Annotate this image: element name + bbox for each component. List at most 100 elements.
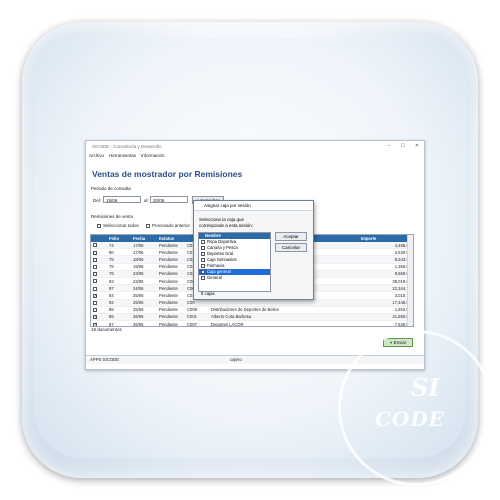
dialog-title: Asignar caja por sesión	[194, 201, 313, 211]
checkbox-icon[interactable]	[201, 251, 205, 256]
cell-select[interactable]	[91, 284, 107, 293]
table-scrollbar[interactable]	[407, 235, 413, 326]
status-app: APPS SICODE	[90, 357, 120, 362]
register-list: Nombre Ropa Deportiva Canoria y Pesca Depo…	[198, 232, 271, 292]
select-all-checkbox[interactable]: Seleccionar todos	[97, 223, 139, 228]
to-date-field[interactable]: 30/06	[150, 196, 188, 203]
cell-fecha: 25/06	[131, 299, 157, 307]
cell-estatus: Pendiente	[157, 270, 185, 278]
page-title: Ventas de mostrador por Remisiones	[92, 169, 243, 179]
row-checkbox[interactable]	[93, 265, 97, 270]
cell-select[interactable]	[91, 306, 107, 314]
cell-folio: 80	[107, 248, 131, 257]
menu-informacion[interactable]: Información	[141, 153, 165, 158]
status-user: cajero	[230, 357, 242, 362]
checkbox-icon[interactable]	[201, 239, 205, 244]
cell-estatus: Pendiente	[157, 284, 185, 293]
cell-select[interactable]	[91, 299, 107, 307]
cell-fecha: 23/06	[131, 277, 157, 286]
row-checkbox[interactable]	[93, 250, 97, 255]
row-checkbox[interactable]	[93, 300, 97, 305]
sicode-watermark-logo: SI CODE	[338, 330, 494, 486]
accept-button[interactable]: Aceptar	[275, 232, 307, 241]
cell-code: C009	[185, 306, 209, 314]
close-button[interactable]: ✕	[410, 143, 424, 149]
checked-checkbox[interactable]: ✓	[93, 315, 97, 320]
cell-estatus: Pendiente	[157, 313, 185, 322]
col-header-importe[interactable]: Importe	[358, 235, 413, 242]
cell-importe: 21,650.00	[358, 313, 413, 322]
col-header-fecha[interactable]: Fecha	[131, 235, 157, 242]
checkbox-icon[interactable]	[201, 275, 205, 280]
cell-client: Alberto Cota Barbosa	[209, 313, 281, 322]
cell-select[interactable]: ✓	[91, 313, 107, 322]
row-checkbox[interactable]	[93, 308, 97, 313]
table-row[interactable]: ✓ 85 26/06 Pendiente C001 Alberto Cota Barbos…	[91, 313, 413, 322]
remisiones-label: Remisiones de venta	[91, 214, 134, 219]
to-label: al:	[144, 198, 149, 203]
cell-folio: 75	[107, 255, 131, 264]
cell-importe: 3,018.75	[358, 291, 413, 300]
window-title: SICODE - Consultoría y Desarrollo	[92, 143, 162, 149]
document-count: 19 documentos	[91, 327, 122, 332]
cell-estatus: Pendiente	[157, 299, 185, 307]
cell-fecha: 17/06	[131, 242, 157, 250]
menu-archivo[interactable]: Archivo	[89, 153, 104, 158]
checkbox-icon[interactable]	[201, 257, 205, 262]
select-all-label: Seleccionar todos	[103, 223, 139, 228]
checkbox-icon[interactable]	[201, 269, 205, 274]
cell-estatus: Pendiente	[157, 248, 185, 257]
processed-prev-checkbox[interactable]: Procesado anterior	[146, 223, 190, 228]
cell-folio: 92	[107, 299, 131, 307]
checked-checkbox[interactable]: ✓	[93, 293, 97, 298]
cell-descripcion	[280, 299, 359, 307]
cell-select[interactable]	[91, 248, 107, 257]
table-row[interactable]: 98 25/06 Pendiente C009 Distribuidores de De…	[91, 306, 413, 314]
row-checkbox[interactable]	[93, 243, 97, 248]
table-row[interactable]: 92 25/06 Pendiente C00 17,446.61	[91, 299, 413, 307]
cell-importe: 4,485.00	[358, 242, 413, 250]
register-list-item-label: Farmacia	[207, 263, 225, 268]
cell-select[interactable]	[91, 255, 107, 264]
cell-descripcion	[280, 306, 359, 314]
cell-select[interactable]	[91, 277, 107, 286]
checked-checkbox[interactable]: ✓	[93, 322, 97, 326]
minimize-button[interactable]: –	[382, 143, 396, 149]
cell-fecha: 19/06	[131, 263, 157, 271]
checkbox-icon[interactable]	[201, 263, 205, 268]
cell-folio: 97	[107, 284, 131, 293]
cell-importe: 8,343.94	[358, 255, 413, 264]
checkbox-icon[interactable]	[201, 245, 205, 250]
cell-estatus: Pendiente	[157, 255, 185, 264]
row-checkbox[interactable]	[93, 286, 97, 291]
checkbox-icon	[97, 223, 101, 228]
cell-code: C001	[185, 313, 209, 322]
cell-code: C00	[185, 299, 209, 307]
cell-fecha: 25/06	[131, 306, 157, 314]
register-list-item[interactable]: General	[199, 275, 270, 281]
cell-select[interactable]	[91, 270, 107, 278]
register-count: 8 cajas	[201, 291, 215, 296]
cell-fecha: 18/06	[131, 255, 157, 264]
menu-herramientas[interactable]: Herramientas	[109, 153, 136, 158]
cell-fecha: 17/06	[131, 248, 157, 257]
title-bar: SICODE - Consultoría y Desarrollo – ☐ ✕	[86, 141, 424, 151]
cell-folio: 74	[107, 242, 131, 250]
maximize-button[interactable]: ☐	[396, 143, 410, 149]
cell-select[interactable]: ✓	[91, 291, 107, 300]
row-checkbox[interactable]	[93, 279, 97, 284]
row-checkbox[interactable]	[93, 257, 97, 262]
cell-descripcion	[280, 313, 359, 322]
cell-select[interactable]	[91, 242, 107, 250]
col-header-estatus[interactable]: Estatus	[157, 235, 185, 242]
row-checkbox[interactable]	[93, 272, 97, 277]
cell-fecha: 23/06	[131, 270, 157, 278]
col-header-folio[interactable]: Folio	[107, 235, 131, 242]
cancel-button[interactable]: Cancelar	[275, 243, 307, 252]
cell-importe: 1,356.00	[358, 263, 413, 271]
processed-prev-label: Procesado anterior	[152, 223, 191, 228]
from-date-field[interactable]: 15/06	[103, 196, 141, 203]
cell-select[interactable]	[91, 263, 107, 271]
table-row[interactable]: ✓ 87 26/06 Pendiente C007 Deportes LACOR 7,635…	[91, 320, 413, 326]
cell-estatus: Pendiente	[157, 306, 185, 314]
